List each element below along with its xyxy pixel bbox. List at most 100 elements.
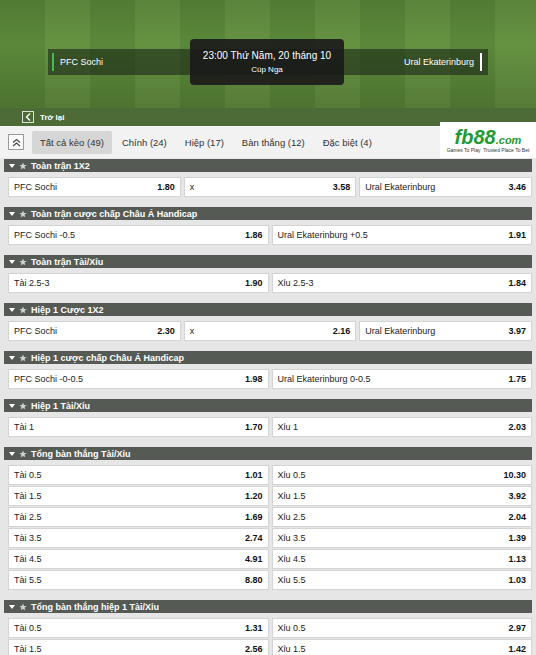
- odds-cell[interactable]: Tài 1.51.20: [8, 486, 269, 506]
- market-header[interactable]: Hiệp 1 cược chấp Châu Á Handicap: [4, 351, 532, 364]
- market-header[interactable]: Toàn trận cược chấp Châu Á Handicap: [4, 207, 532, 220]
- odds-cell[interactable]: Ural Ekaterinburg +0.51.91: [272, 225, 533, 245]
- odds-cell[interactable]: Xỉu 4.51.13: [272, 549, 533, 569]
- odds-cell[interactable]: Ural Ekaterinburg3.46: [359, 177, 532, 197]
- star-icon[interactable]: [19, 306, 27, 314]
- odds-cell[interactable]: Tài 5.58.80: [8, 570, 269, 590]
- home-team: PFC Sochi: [52, 53, 182, 71]
- odds-cell[interactable]: Xỉu 1.51.42: [272, 639, 533, 655]
- odds-cell[interactable]: Ural Ekaterinburg 0-0.51.75: [272, 369, 533, 389]
- odds-value: 1.80: [157, 182, 175, 192]
- odds-row: Tài 3.52.74Xỉu 3.51.39: [8, 528, 532, 548]
- home-marker: [52, 53, 54, 71]
- odds-value: 1.84: [508, 278, 526, 288]
- odds-value: 3.92: [508, 491, 526, 501]
- market-rows: Tài 11.70Xỉu 12.03: [4, 412, 532, 447]
- away-marker: [480, 53, 482, 71]
- odds-cell[interactable]: Tài 3.52.74: [8, 528, 269, 548]
- odds-cell[interactable]: x3.58: [184, 177, 357, 197]
- caret-icon: [9, 307, 15, 313]
- odds-row: Tài 1.51.20Xỉu 1.53.92: [8, 486, 532, 506]
- star-icon[interactable]: [19, 162, 27, 170]
- market-header[interactable]: Hiệp 1 Cược 1X2: [4, 303, 532, 316]
- caret-icon: [9, 604, 15, 610]
- odds-value: 2.30: [157, 326, 175, 336]
- odds-value: 2.16: [333, 326, 351, 336]
- caret-icon: [9, 355, 15, 361]
- odds-cell[interactable]: Xỉu 2.52.04: [272, 507, 533, 527]
- star-icon[interactable]: [19, 258, 27, 266]
- tab[interactable]: Chính (24): [114, 131, 175, 154]
- odds-row: PFC Sochi -0-0.51.98Ural Ekaterinburg 0-…: [8, 369, 532, 389]
- odds-cell[interactable]: Tài 0.51.31: [8, 618, 269, 638]
- star-icon[interactable]: [19, 402, 27, 410]
- odds-cell[interactable]: Tài 2.5-31.90: [8, 273, 269, 293]
- odds-value: 1.98: [245, 374, 263, 384]
- odds-cell[interactable]: Tài 4.54.91: [8, 549, 269, 569]
- market-section: Toàn trận Tài/Xỉu Tài 2.5-31.90Xỉu 2.5-31…: [4, 255, 532, 303]
- market-section: Tổng bàn thắng Tài/Xỉu Tài 0.51.01Xỉu 0.5…: [4, 447, 532, 600]
- odds-value: 1.42: [508, 644, 526, 654]
- odds-row: Tài 4.54.91Xỉu 4.51.13: [8, 549, 532, 569]
- odds-value: 1.91: [508, 230, 526, 240]
- brand-logo: fb88.comGames To Play Trusted Place To B…: [440, 122, 536, 158]
- odds-cell[interactable]: Xỉu 0.52.97: [272, 618, 533, 638]
- odds-row: PFC Sochi -0.51.86Ural Ekaterinburg +0.5…: [8, 225, 532, 245]
- odds-cell[interactable]: PFC Sochi -0-0.51.98: [8, 369, 269, 389]
- odds-cell[interactable]: x2.16: [184, 321, 357, 341]
- odds-row: Tài 11.70Xỉu 12.03: [8, 417, 532, 437]
- back-icon[interactable]: [22, 111, 34, 123]
- match-page: PFC Sochi 23:00 Thứ Năm, 20 tháng 10Cúp N…: [0, 0, 536, 655]
- market-section: Hiệp 1 Cược 1X2PFC Sochi2.30x2.16Ural Ek…: [4, 303, 532, 351]
- odds-cell[interactable]: Xỉu 12.03: [272, 417, 533, 437]
- odds-cell[interactable]: Xỉu 2.5-31.84: [272, 273, 533, 293]
- match-info: 23:00 Thứ Năm, 20 tháng 10Cúp Nga: [190, 39, 344, 85]
- odds-cell[interactable]: Ural Ekaterinburg3.97: [359, 321, 532, 341]
- odds-value: 3.58: [333, 182, 351, 192]
- market-section: Hiệp 1 cược chấp Châu Á Handicap PFC Soch…: [4, 351, 532, 399]
- odds-cell[interactable]: Tài 11.70: [8, 417, 269, 437]
- odds-cell[interactable]: PFC Sochi2.30: [8, 321, 181, 341]
- star-icon[interactable]: [19, 450, 27, 458]
- odds-value: 1.86: [245, 230, 263, 240]
- tab[interactable]: Đặc biệt (4): [315, 131, 380, 154]
- odds-value: 2.74: [245, 533, 263, 543]
- odds-cell[interactable]: PFC Sochi -0.51.86: [8, 225, 269, 245]
- odds-value: 1.39: [508, 533, 526, 543]
- market-header[interactable]: Toàn trận 1X2: [4, 159, 532, 172]
- odds-cell[interactable]: Tài 0.51.01: [8, 465, 269, 485]
- tab[interactable]: Bàn thắng (12): [234, 131, 313, 154]
- market-header[interactable]: Tổng bàn thắng Tài/Xỉu: [4, 447, 532, 460]
- market-section: Tổng bàn thắng hiệp 1 Tài/Xỉu Tài 0.51.31…: [4, 600, 532, 655]
- tab[interactable]: Tất cả kèo (49): [32, 131, 112, 154]
- markets-list: Toàn trận 1X2PFC Sochi1.80x3.58Ural Ekat…: [0, 158, 536, 655]
- market-header[interactable]: Toàn trận Tài/Xỉu: [4, 255, 532, 268]
- star-icon[interactable]: [19, 603, 27, 611]
- odds-cell[interactable]: Xỉu 5.51.03: [272, 570, 533, 590]
- collapse-all-icon[interactable]: [8, 134, 24, 150]
- odds-value: 1.70: [245, 422, 263, 432]
- odds-cell[interactable]: Xỉu 0.510.30: [272, 465, 533, 485]
- star-icon[interactable]: [19, 354, 27, 362]
- caret-icon: [9, 259, 15, 265]
- odds-cell[interactable]: PFC Sochi1.80: [8, 177, 181, 197]
- market-header[interactable]: Tổng bàn thắng hiệp 1 Tài/Xỉu: [4, 600, 532, 613]
- caret-icon: [9, 451, 15, 457]
- odds-cell[interactable]: Xỉu 3.51.39: [272, 528, 533, 548]
- odds-value: 4.91: [245, 554, 263, 564]
- tab[interactable]: Hiệp (17): [177, 131, 232, 154]
- odds-cell[interactable]: Xỉu 1.53.92: [272, 486, 533, 506]
- odds-value: 2.03: [508, 422, 526, 432]
- team-strip: PFC Sochi23:00 Thứ Năm, 20 tháng 10Cúp N…: [48, 49, 488, 75]
- competition: Cúp Nga: [251, 65, 283, 74]
- market-rows: PFC Sochi2.30x2.16Ural Ekaterinburg3.97: [4, 316, 532, 351]
- odds-cell[interactable]: Tài 1.52.56: [8, 639, 269, 655]
- star-icon[interactable]: [19, 210, 27, 218]
- odds-value: 1.75: [508, 374, 526, 384]
- odds-cell[interactable]: Tài 2.51.69: [8, 507, 269, 527]
- market-section: Hiệp 1 Tài/Xỉu Tài 11.70Xỉu 12.03: [4, 399, 532, 447]
- odds-row: Tài 2.5-31.90Xỉu 2.5-31.84: [8, 273, 532, 293]
- odds-row: Tài 0.51.31Xỉu 0.52.97: [8, 618, 532, 638]
- odds-value: 1.90: [245, 278, 263, 288]
- market-header[interactable]: Hiệp 1 Tài/Xỉu: [4, 399, 532, 412]
